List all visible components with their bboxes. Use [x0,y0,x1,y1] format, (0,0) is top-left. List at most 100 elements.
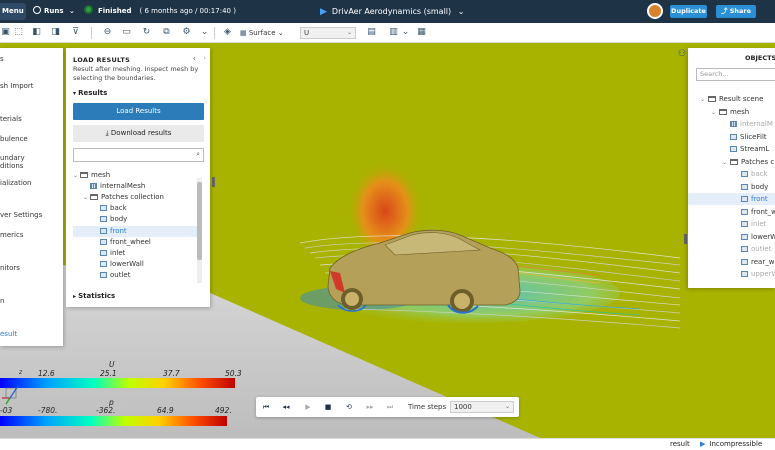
chevron-right-icon[interactable]: › [203,54,206,62]
tree-item-front-wh[interactable]: front_wh [688,206,775,218]
tree-item-internalmesh[interactable]: internalMesh [73,181,201,192]
loop-icon[interactable]: ⟲ [343,401,355,413]
sidebar-item-geometry[interactable]: s [0,55,60,64]
colormap-icon[interactable]: ▥ [388,27,399,38]
sidebar-item-numerics[interactable]: merics [0,231,60,240]
field-select[interactable]: U ⌄ [300,27,356,39]
sidebar-item-initialization[interactable]: ialization [0,179,60,188]
tree-item-front[interactable]: front [73,225,201,237]
tree-item-inlet[interactable]: inlet [73,248,201,259]
tree-item-patches-collection[interactable]: ⌄ Patches collection [73,192,201,203]
stop-icon[interactable]: ■ [322,401,334,413]
tree-scrollbar[interactable] [197,178,202,283]
panel-title: OBJECTS T [745,54,775,62]
skip-to-start-icon[interactable]: ⏮ [260,401,272,413]
tree-item-lowerwall[interactable]: lowerWall [73,259,201,270]
tree-search-input[interactable]: ⌕ [73,148,204,162]
tree-item-mesh[interactable]: ⌄ mesh [688,106,775,118]
chevron-down-icon[interactable]: ⌄ [199,27,210,38]
tree-item-patches-c[interactable]: ⌄ Patches c [688,156,775,168]
tree-item-lowerw[interactable]: lowerW [688,231,775,243]
chevron-down-icon[interactable]: ⌄ [400,27,411,38]
representation-dropdown[interactable]: ▦ Surface ⌄ [240,26,284,40]
sidebar-item-solver-settings[interactable]: ver Settings [0,211,60,220]
duplicate-button[interactable]: Duplicate [670,5,707,18]
chevron-down-icon[interactable]: ⌄ [711,107,719,118]
mesh-icon [90,183,97,190]
user-avatar[interactable] [647,3,663,19]
tree-item-front[interactable]: front [688,193,775,205]
sidebar-item-mesh-import[interactable]: sh Import [0,82,60,91]
tree-item-upperw[interactable]: upperW [688,268,775,280]
tree-item-result-scene[interactable]: ⌄ Result scene [688,93,775,105]
sidebar-item-result[interactable]: esult [0,330,60,339]
patch-icon [741,246,748,252]
colorbar-icon[interactable]: ▤ [366,27,377,38]
objects-tree: ⌄ Result scene ⌄ mesh internalM SliceFilt Stre… [688,93,775,288]
chevron-down-icon: ⌄ [277,29,284,37]
slice-icon[interactable]: ⊖ [102,27,113,38]
tree-item-outlet[interactable]: outlet [688,243,775,255]
tree-item-outlet[interactable]: outlet [73,270,201,281]
filter-icon[interactable]: ⊽ [70,27,81,38]
tree-item-label: outlet [751,245,772,253]
chevron-left-icon[interactable]: ‹ [193,54,196,63]
runs-dropdown[interactable]: Runs ⌄ [33,0,75,23]
scrollbar-thumb[interactable] [197,182,202,260]
tree-item-internalm[interactable]: internalM [688,118,775,130]
tree-item-rear-whe[interactable]: rear_whe [688,256,775,268]
fit-view-icon[interactable]: ⬚ [13,27,24,38]
tree-item-slicefilt[interactable]: SliceFilt [688,131,775,143]
chevron-down-icon[interactable]: ⌄ [722,157,730,168]
sidebar-item-monitors[interactable]: nitors [0,264,60,273]
play-icon[interactable]: ▶ [302,401,314,413]
patch-icon [741,221,748,227]
tree-item-body[interactable]: body [73,214,201,225]
chevron-down-icon[interactable]: ⌄ [700,94,708,105]
tree-item-inlet[interactable]: inlet [688,218,775,230]
tree-item-back[interactable]: back [73,203,201,214]
view-left-icon[interactable]: ◧ [31,27,42,38]
tree-item-back[interactable]: back [688,168,775,180]
time-steps-select[interactable]: 1000 ⌄ [450,401,514,413]
step-forward-icon[interactable]: ▸▸ [364,401,376,413]
chevron-down-icon[interactable]: ⌄ [73,170,80,181]
tree-item-mesh[interactable]: ⌄ mesh [73,170,201,181]
tree-item-body[interactable]: body [688,181,775,193]
results-section-toggle[interactable]: ▾ Results [73,89,107,97]
chevron-down-icon: ⌄ [346,29,352,36]
step-back-icon[interactable]: ◂◂ [280,401,292,413]
u-colorbar [0,378,235,388]
share-button[interactable]: ⤴ Share [716,5,756,18]
download-results-button[interactable]: ⤓ Download results [73,125,204,142]
objects-search-input[interactable]: Search... [696,68,775,81]
network-icon[interactable]: ⚇ [676,48,688,60]
settings-dropdown-icon[interactable]: ⚙ [181,27,192,38]
menu-button[interactable]: Menu [0,3,26,20]
statistics-section-toggle[interactable]: ▸ Statistics [73,292,115,300]
project-title-text: DrivAer Aerodynamics (small) [331,7,452,16]
rotate-icon[interactable]: ↻ [141,27,152,38]
object-icon[interactable]: ◈ [222,27,233,38]
camera-icon[interactable]: ▭ [121,27,132,38]
load-results-button[interactable]: Load Results [73,103,204,120]
status-finished-icon [84,5,93,14]
sidebar-item-run[interactable]: n [0,297,60,306]
table-icon[interactable]: ▦ [416,27,427,38]
project-title[interactable]: ▶ DrivAer Aerodynamics (small) ⌄ [320,0,464,23]
skip-to-end-icon[interactable]: ⏭ [384,401,396,413]
tree-item-label: Patches c [741,157,775,166]
tree-item-streaml[interactable]: StreamL [688,143,775,155]
view-cube-icon[interactable]: ▣ [0,27,11,38]
patch-icon [100,205,107,212]
chevron-down-icon[interactable]: ⌄ [83,192,90,203]
tree-item-front-wheel[interactable]: front_wheel [73,237,201,248]
sidebar-item-boundary-conditions-2[interactable]: ditions [0,162,60,171]
patch-icon [100,238,107,245]
status-solver[interactable]: ▶Incompressible stea [700,439,775,450]
sidebar-item-turbulence[interactable]: bulence [0,135,60,144]
sidebar-item-materials[interactable]: terials [0,115,60,124]
clip-icon[interactable]: ⧉ [161,27,172,38]
history-icon [33,6,41,14]
view-front-icon[interactable]: ◨ [50,27,61,38]
